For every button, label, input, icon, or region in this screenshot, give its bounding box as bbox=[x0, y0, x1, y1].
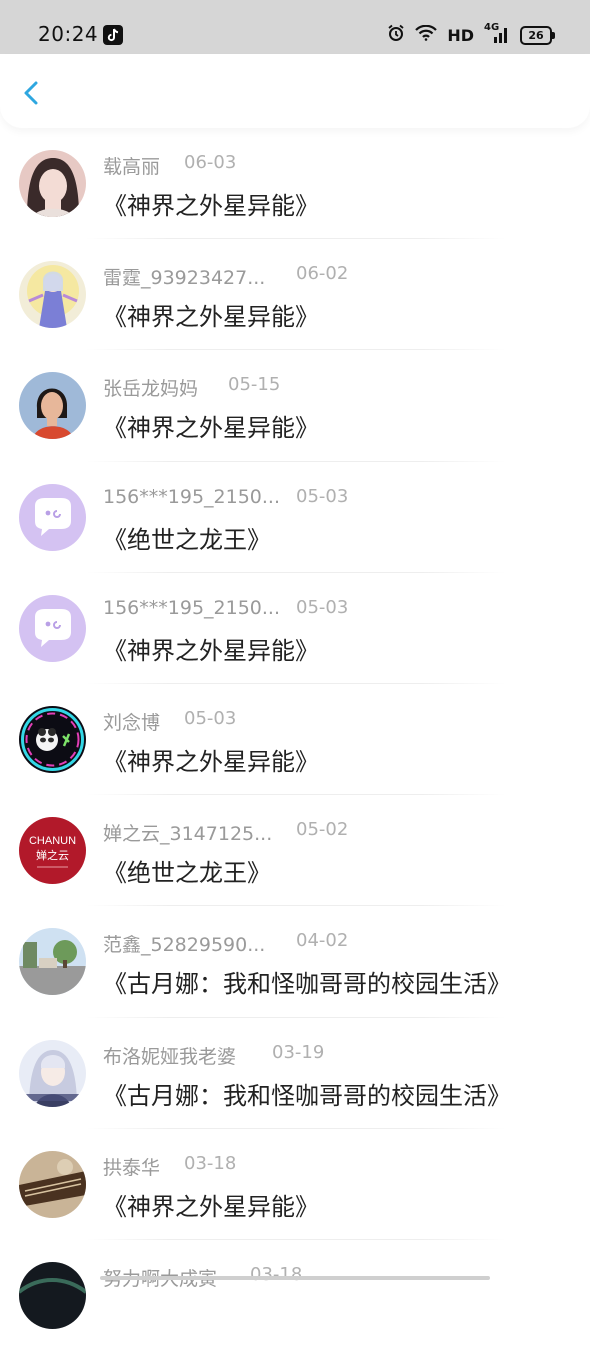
chat-bubble-icon bbox=[19, 483, 86, 551]
scroll-indicator bbox=[100, 1276, 490, 1280]
reader-name: 156***195_2150... bbox=[103, 596, 281, 619]
chevron-left-icon bbox=[24, 81, 38, 105]
avatar[interactable] bbox=[19, 372, 86, 440]
status-time: 20:24 bbox=[38, 22, 99, 46]
wifi-icon bbox=[415, 24, 438, 45]
list-item[interactable]: 156***195_2150... 05-03 《绝世之龙王》 bbox=[0, 462, 590, 573]
list-item[interactable]: 范鑫_52829590... 04-02 《古月娜：我和怪咖哥哥的校园生活》 bbox=[0, 906, 590, 1018]
read-date: 04-02 bbox=[296, 930, 349, 952]
reader-list: 载高丽 06-03 《神界之外星异能》 雷霆_93923427... 06-02… bbox=[0, 128, 590, 1351]
reader-name: 婵之云_3147125... bbox=[103, 823, 273, 846]
reader-name: 156***195_2150... bbox=[103, 485, 281, 508]
list-item[interactable]: 拱泰华 03-18 《神界之外星异能》 bbox=[0, 1129, 590, 1240]
alarm-icon bbox=[387, 24, 405, 46]
read-date: 06-03 bbox=[184, 152, 237, 173]
read-date: 03-18 bbox=[184, 1152, 237, 1174]
avatar[interactable] bbox=[19, 1039, 86, 1107]
book-title: 《古月娜：我和怪咖哥哥的校园生活》 bbox=[103, 970, 511, 999]
read-date: 05-03 bbox=[296, 485, 349, 507]
read-date: 05-15 bbox=[228, 374, 281, 396]
network-type-label: HD bbox=[447, 25, 474, 45]
book-title: 《神界之外星异能》 bbox=[103, 192, 319, 220]
avatar[interactable] bbox=[19, 1261, 86, 1329]
reader-name: 刘念博 bbox=[103, 711, 161, 734]
tiktok-icon bbox=[103, 25, 123, 45]
book-title: 《神界之外星异能》 bbox=[103, 414, 319, 443]
avatar-brand-subtext: 婵之云 bbox=[36, 848, 69, 862]
battery-icon: 26 bbox=[520, 25, 555, 45]
book-title: 《绝世之龙王》 bbox=[103, 859, 271, 888]
reader-name: 布洛妮娅我老婆 bbox=[103, 1045, 237, 1068]
book-title: 《神界之外星异能》 bbox=[103, 747, 319, 776]
read-date: 06-02 bbox=[296, 263, 349, 285]
avatar[interactable] bbox=[19, 150, 86, 217]
book-title: 《神界之外星异能》 bbox=[103, 1192, 319, 1221]
avatar[interactable] bbox=[19, 594, 86, 662]
status-bar: 20:24 HD 4G 26 bbox=[0, 0, 590, 54]
avatar[interactable]: CHANUN 婵之云 bbox=[19, 817, 86, 885]
battery-level: 26 bbox=[528, 28, 544, 42]
reader-name: 雷霆_93923427... bbox=[103, 267, 266, 290]
list-item[interactable]: CHANUN 婵之云 婵之云_3147125... 05-02 《绝世之龙王》 bbox=[0, 795, 590, 907]
book-title: 《神界之外星异能》 bbox=[103, 303, 319, 332]
read-date: 03-18 bbox=[250, 1263, 303, 1285]
reader-name: 张岳龙妈妈 bbox=[103, 378, 199, 401]
list-item[interactable]: 努力啊大成寅 03-18 bbox=[0, 1240, 590, 1351]
list-item[interactable]: 刘念博 05-03 《神界之外星异能》 bbox=[0, 684, 590, 796]
list-item[interactable]: 载高丽 06-03 《神界之外星异能》 bbox=[0, 128, 590, 240]
book-title: 《神界之外星异能》 bbox=[103, 636, 319, 665]
reader-name: 拱泰华 bbox=[103, 1156, 161, 1179]
status-icons: HD 4G 26 bbox=[387, 22, 555, 46]
avatar[interactable] bbox=[19, 1150, 86, 1218]
avatar-brand-text: CHANUN bbox=[29, 835, 76, 847]
signal-icon: 4G bbox=[484, 22, 510, 44]
read-date: 05-03 bbox=[296, 596, 349, 618]
list-item[interactable]: 布洛妮娅我老婆 03-19 《古月娜：我和怪咖哥哥的校园生活》 bbox=[0, 1018, 590, 1129]
book-title: 《绝世之龙王》 bbox=[103, 525, 271, 554]
list-item[interactable]: 张岳龙妈妈 05-15 《神界之外星异能》 bbox=[0, 350, 590, 462]
chat-bubble-icon bbox=[19, 594, 86, 662]
avatar[interactable] bbox=[19, 705, 86, 773]
book-title: 《古月娜：我和怪咖哥哥的校园生活》 bbox=[103, 1081, 511, 1110]
reader-name: 载高丽 bbox=[103, 156, 161, 178]
avatar[interactable] bbox=[19, 261, 86, 329]
list-item[interactable]: 156***195_2150... 05-03 《神界之外星异能》 bbox=[0, 573, 590, 684]
read-date: 05-02 bbox=[296, 819, 349, 841]
read-date: 05-03 bbox=[184, 707, 237, 729]
avatar[interactable] bbox=[19, 928, 86, 996]
reader-name: 范鑫_52829590... bbox=[103, 934, 266, 957]
read-date: 03-19 bbox=[272, 1041, 325, 1063]
back-button[interactable] bbox=[14, 74, 50, 110]
nav-bar bbox=[0, 54, 590, 128]
avatar[interactable] bbox=[19, 483, 86, 551]
list-item[interactable]: 雷霆_93923427... 06-02 《神界之外星异能》 bbox=[0, 239, 590, 351]
